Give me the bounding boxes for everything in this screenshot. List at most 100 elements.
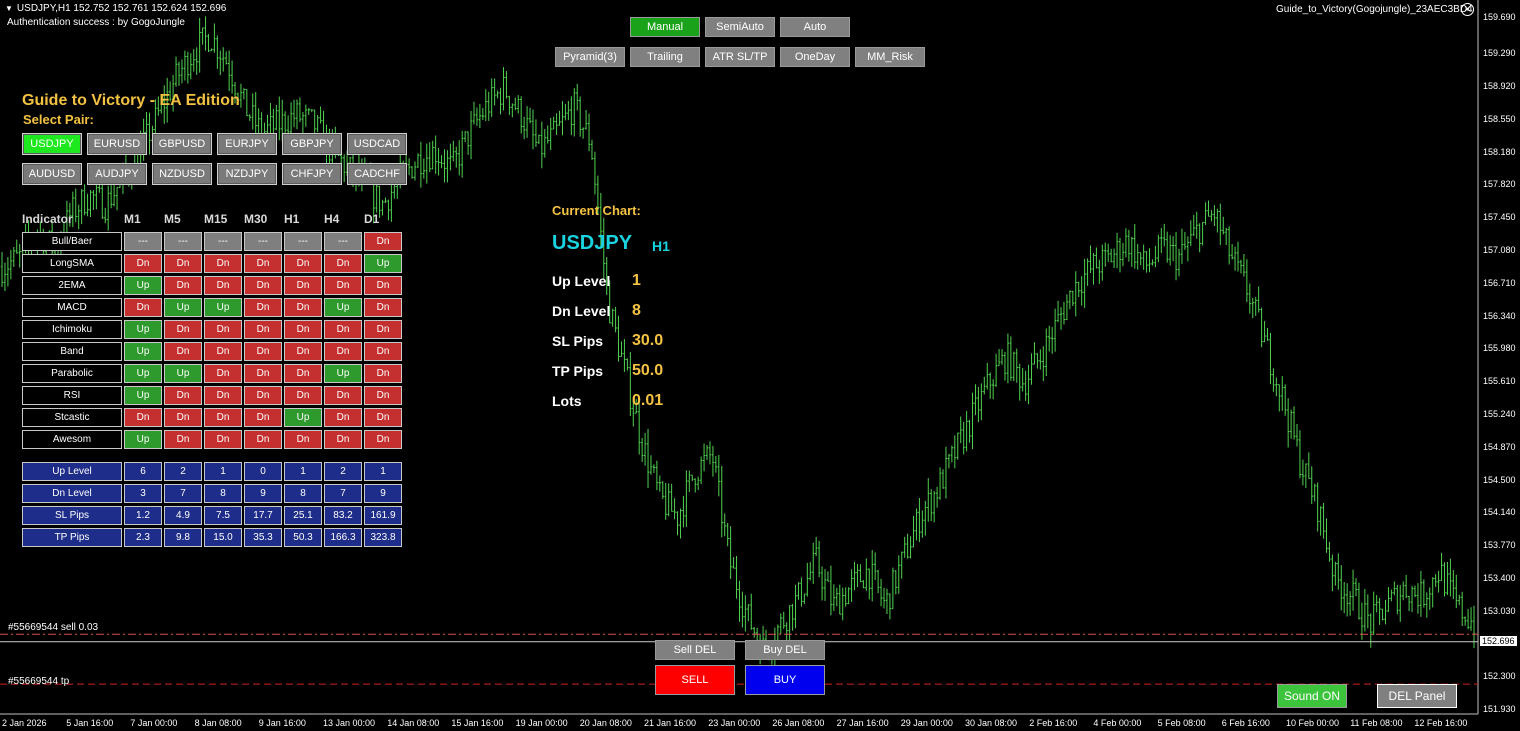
tp-order-label: #55669544 tp	[8, 676, 70, 687]
price-bar	[655, 460, 659, 491]
price-bar	[1092, 253, 1095, 285]
pair-button-eurusd[interactable]: EURUSD	[87, 133, 147, 155]
atr-sltp-button[interactable]: ATR SL/TP	[705, 47, 775, 67]
signal-cell: Dn	[244, 342, 282, 361]
ea-close-icon[interactable]: ✕	[1461, 3, 1474, 16]
price-bar	[785, 622, 788, 641]
price-tick-label: 155.240	[1483, 408, 1516, 419]
price-tick-label: 156.340	[1483, 310, 1516, 321]
pair-button-audusd[interactable]: AUDUSD	[22, 163, 82, 185]
price-bar	[812, 542, 815, 584]
price-bar	[729, 526, 732, 579]
price-bar	[1372, 591, 1375, 636]
oneday-button[interactable]: OneDay	[780, 47, 850, 67]
signal-cell: Dn	[204, 364, 242, 383]
price-bar	[1115, 232, 1119, 269]
price-bar	[1048, 325, 1051, 352]
pair-button-chfjpy[interactable]: CHFJPY	[282, 163, 342, 185]
price-bar	[251, 93, 254, 130]
price-bar	[472, 101, 476, 125]
price-bar	[962, 421, 965, 455]
price-bar	[897, 555, 900, 594]
buy-button[interactable]: BUY	[745, 665, 825, 695]
pair-button-audjpy[interactable]: AUDJPY	[87, 163, 147, 185]
summary-value: 1	[364, 462, 402, 481]
price-bar	[1174, 232, 1178, 281]
timeframe-header-h1: H1	[284, 212, 300, 226]
summary-value: 7	[324, 484, 362, 503]
price-bar	[1325, 518, 1328, 553]
signal-cell: Dn	[244, 430, 282, 449]
summary-value: 8	[284, 484, 322, 503]
summary-value: 323.8	[364, 528, 402, 547]
buy-del-button[interactable]: Buy DEL	[745, 640, 825, 660]
price-bar	[245, 88, 249, 117]
price-bar	[195, 47, 198, 75]
price-tick-label: 152.696	[1480, 635, 1517, 646]
pair-button-usdjpy[interactable]: USDJPY	[22, 133, 82, 155]
mode-semiauto-button[interactable]: SemiAuto	[705, 17, 775, 37]
signal-cell: Dn	[244, 320, 282, 339]
signal-cell: Dn	[364, 320, 402, 339]
price-bar	[1263, 321, 1266, 343]
pyramid-button[interactable]: Pyramid(3)	[555, 47, 625, 67]
summary-value: 6	[124, 462, 162, 481]
pair-button-nzdjpy[interactable]: NZDJPY	[217, 163, 277, 185]
price-bar	[570, 96, 573, 135]
sell-del-button[interactable]: Sell DEL	[655, 640, 735, 660]
pair-button-eurjpy[interactable]: EURJPY	[217, 133, 277, 155]
pair-button-nzdusd[interactable]: NZDUSD	[152, 163, 212, 185]
date-tick-label: 15 Jan 16:00	[451, 718, 504, 728]
price-bar	[1354, 578, 1358, 597]
price-bar	[198, 17, 201, 73]
price-bar	[534, 119, 538, 148]
indicator-column-header: Indicator	[22, 212, 73, 226]
summary-value: 1	[284, 462, 322, 481]
summary-value: 9	[364, 484, 402, 503]
price-tick-label: 151.930	[1483, 704, 1516, 714]
price-bar	[101, 184, 104, 220]
price-bar	[413, 161, 417, 181]
price-bar	[466, 131, 470, 155]
price-bar	[847, 587, 850, 605]
mode-auto-button[interactable]: Auto	[780, 17, 850, 37]
price-bar	[1166, 231, 1169, 263]
summary-value: 2.3	[124, 528, 162, 547]
price-bar	[537, 134, 541, 145]
price-bar	[1236, 241, 1240, 272]
table-row: Parabolic Up Up Dn Dn Dn Up Dn	[22, 364, 404, 383]
price-bar	[873, 552, 877, 581]
sell-button[interactable]: SELL	[655, 665, 735, 695]
price-tick-label: 153.030	[1483, 605, 1516, 616]
price-bar	[1369, 613, 1372, 648]
summary-value: 2	[164, 462, 202, 481]
trailing-button[interactable]: Trailing	[630, 47, 700, 67]
price-bar	[148, 112, 151, 155]
pair-button-usdcad[interactable]: USDCAD	[347, 133, 407, 155]
price-tick-label: 159.690	[1483, 12, 1516, 22]
pair-button-cadchf[interactable]: CADCHF	[347, 163, 407, 185]
price-bar	[614, 306, 617, 333]
price-bar	[1006, 333, 1010, 384]
price-bar	[1257, 286, 1260, 313]
price-bar	[956, 432, 959, 460]
price-bar	[800, 577, 803, 607]
price-tick-label: 159.290	[1483, 47, 1516, 58]
mm-risk-button[interactable]: MM_Risk	[855, 47, 925, 67]
summary-label: Dn Level	[22, 484, 122, 503]
price-bar	[1145, 251, 1148, 273]
del-panel-button[interactable]: DEL Panel	[1377, 684, 1457, 708]
dropdown-triangle-icon[interactable]: ▼	[5, 4, 13, 13]
price-bar	[871, 550, 874, 602]
sound-toggle-button[interactable]: Sound ON	[1277, 684, 1347, 708]
price-bar	[186, 51, 190, 84]
date-tick-label: 19 Jan 00:00	[515, 718, 568, 728]
mode-manual-button[interactable]: Manual	[630, 17, 700, 37]
signal-cell: Dn	[204, 386, 242, 405]
price-bar	[115, 187, 119, 211]
pair-button-gbpjpy[interactable]: GBPJPY	[282, 133, 342, 155]
pair-button-gbpusd[interactable]: GBPUSD	[152, 133, 212, 155]
summary-value: 9	[244, 484, 282, 503]
price-bar	[779, 613, 782, 635]
price-bar	[1189, 220, 1193, 247]
